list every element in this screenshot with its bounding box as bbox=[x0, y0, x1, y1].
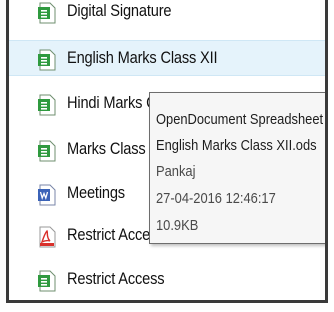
tooltip-file-size: 10.9KB bbox=[156, 217, 199, 234]
tooltip-date-modified: 27-04-2016 12:46:17 bbox=[156, 190, 276, 207]
file-name: Restrict Access bbox=[67, 269, 165, 288]
spreadsheet-icon bbox=[37, 140, 57, 162]
file-name: Digital Signature bbox=[67, 1, 172, 20]
file-list: Digital Signature English Marks Class XI… bbox=[6, 0, 328, 303]
file-name: Meetings bbox=[67, 183, 125, 202]
file-name: English Marks Class XII bbox=[67, 48, 218, 67]
document-icon bbox=[37, 184, 57, 206]
spreadsheet-icon bbox=[37, 49, 57, 71]
spreadsheet-icon bbox=[37, 2, 57, 24]
tooltip-file-type: OpenDocument Spreadsheet bbox=[156, 111, 324, 128]
file-info-tooltip: OpenDocument Spreadsheet English Marks C… bbox=[149, 92, 325, 244]
file-row-digital-signature[interactable]: Digital Signature bbox=[9, 0, 325, 30]
file-row-english-marks[interactable]: English Marks Class XII bbox=[9, 40, 325, 76]
tooltip-author: Pankaj bbox=[156, 163, 196, 180]
spreadsheet-icon bbox=[37, 270, 57, 292]
tooltip-file-name: English Marks Class XII.ods bbox=[156, 137, 317, 154]
file-row-restrict-access-sheet[interactable]: Restrict Access bbox=[9, 262, 325, 298]
spreadsheet-icon bbox=[37, 94, 57, 116]
pdf-icon bbox=[37, 226, 57, 248]
